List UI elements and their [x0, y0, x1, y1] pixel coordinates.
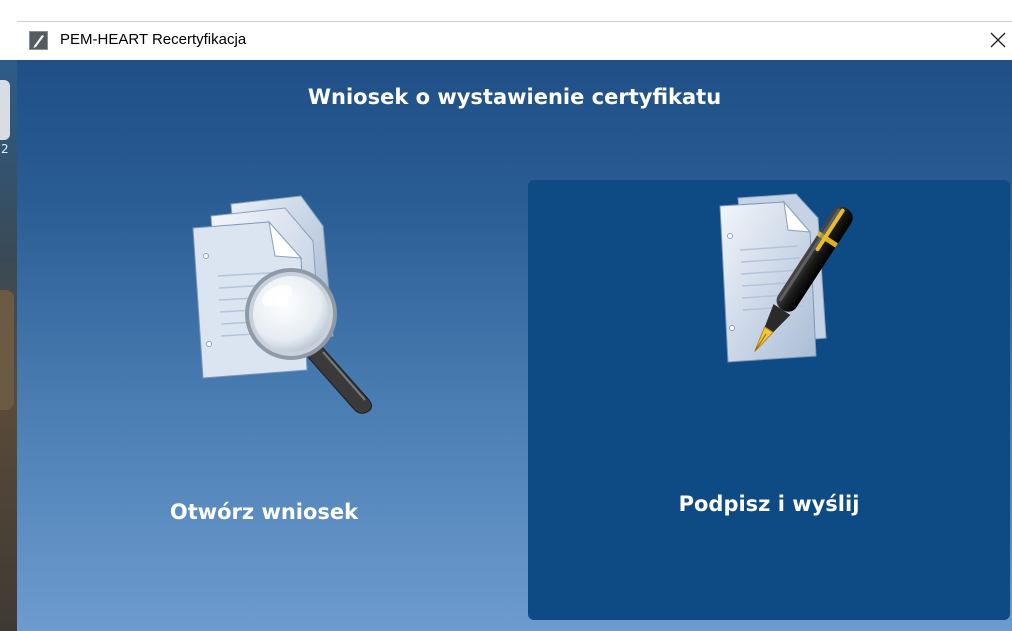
- app-window: PEM-HEART Recertyfikacja Wniosek o wysta…: [17, 21, 1012, 631]
- sign-and-send-label: Podpisz i wyślij: [678, 492, 860, 516]
- open-request-label: Otwórz wniosek: [169, 500, 359, 524]
- desktop-icon-fragment: [0, 80, 10, 140]
- main-content: Wniosek o wystawienie certyfikatu Otwórz…: [17, 60, 1012, 631]
- page-title: Wniosek o wystawienie certyfikatu: [307, 85, 722, 109]
- sign-and-send-button[interactable]: Podpisz i wyślij: [528, 180, 1010, 620]
- screen: 2 PEM-HEART Recertyfikacja Wniosek o wys…: [0, 0, 1012, 631]
- title-bar[interactable]: PEM-HEART Recertyfikacja: [17, 21, 1012, 60]
- open-request-button[interactable]: Otwórz wniosek: [25, 180, 503, 620]
- window-title: PEM-HEART Recertyfikacja: [60, 31, 247, 48]
- close-icon: [990, 32, 1006, 48]
- close-button[interactable]: [978, 22, 1012, 60]
- desktop-partial-text: 2: [1, 142, 9, 156]
- document-magnifier-icon: [173, 186, 393, 420]
- desktop-background: 2: [0, 60, 18, 631]
- desktop-wallpaper-fragment: [0, 290, 14, 410]
- document-pen-icon: [698, 188, 858, 382]
- app-icon: [29, 31, 48, 50]
